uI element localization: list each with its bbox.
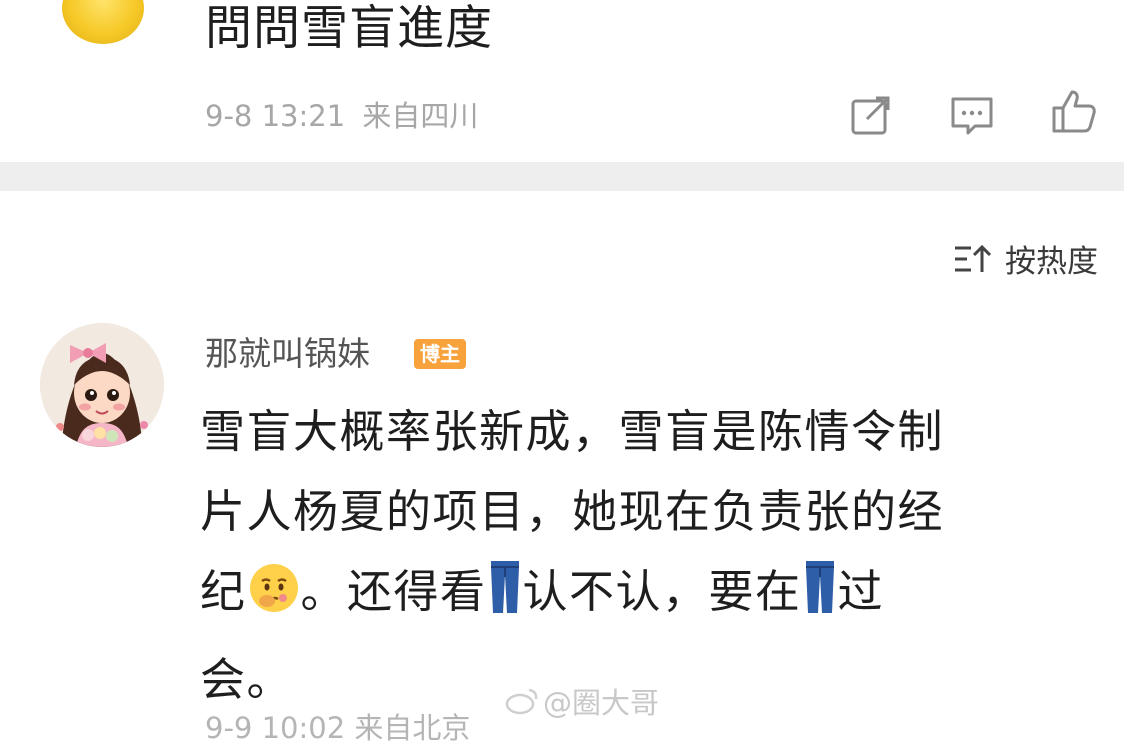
comment-line-3: 纪 。还得看 认不认，要在 过 xyxy=(200,552,1100,640)
comment-line-1: 雪盲大概率张新成，雪盲是陈情令制 xyxy=(200,405,945,458)
section-divider xyxy=(0,162,1124,191)
comment-text-top: 問問雪盲進度 xyxy=(205,1,493,56)
comment-body: 雪盲大概率张新成，雪盲是陈情令制 片人杨夏的项目，她现在负责张的经 纪 。还得看… xyxy=(200,392,1100,720)
comment-time: 9-8 13:21 xyxy=(205,99,346,133)
comment-icon xyxy=(951,97,993,135)
comment-location: 来自四川 xyxy=(362,99,479,133)
comment-button[interactable] xyxy=(949,93,995,139)
thinking-face-emoji xyxy=(247,560,301,640)
watermark-text: @圈大哥 xyxy=(543,686,660,720)
comment-meta-top: 9-8 13:21 来自四川 xyxy=(205,96,478,136)
watermark: @圈大哥 xyxy=(505,680,659,722)
sort-label: 按热度 xyxy=(1005,244,1098,280)
comment-line-2: 片人杨夏的项目，她现在负责张的经 xyxy=(200,485,945,538)
text-segment: 。还得看 xyxy=(300,565,487,618)
girl-avatar-illustration xyxy=(40,323,164,447)
weibo-logo-icon xyxy=(505,688,538,715)
username[interactable]: 那就叫锅妹 xyxy=(205,332,370,376)
text-segment: 纪 xyxy=(200,565,247,618)
blogger-badge: 博主 xyxy=(414,339,466,369)
sort-by-hot-button[interactable]: 按热度 xyxy=(953,236,1098,281)
avatar-top[interactable] xyxy=(62,0,144,44)
thumbs-up-icon xyxy=(1052,90,1096,133)
jeans-emoji xyxy=(487,559,523,640)
share-button[interactable] xyxy=(848,92,894,138)
sort-icon xyxy=(955,244,992,272)
text-segment: 认不认，要在 xyxy=(522,565,802,618)
text-segment: 过 xyxy=(837,565,885,618)
comment-meta-bottom: 9-9 10:02 来自北京 xyxy=(205,711,471,745)
like-button[interactable] xyxy=(1051,88,1097,134)
jeans-emoji xyxy=(802,559,838,640)
share-icon xyxy=(851,96,890,135)
avatar-user[interactable] xyxy=(40,323,164,447)
